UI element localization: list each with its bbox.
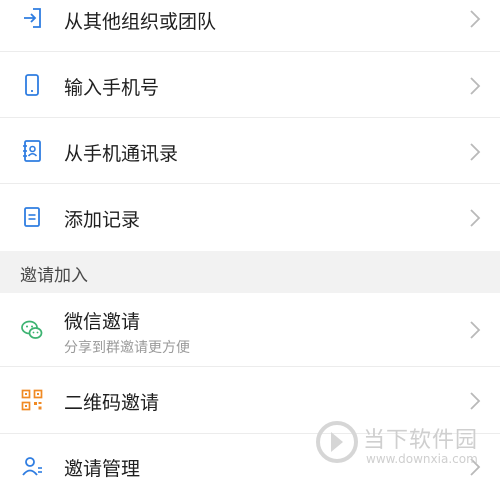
chevron-right-icon [470, 10, 481, 28]
row-from-other-org[interactable]: 从其他组织或团队 [0, 0, 500, 52]
row-label: 邀请管理 [64, 458, 141, 480]
row-from-contacts[interactable]: 从手机通讯录 [0, 118, 500, 184]
section-header-invite: 邀请加入 [0, 251, 500, 293]
login-arrow-icon [24, 8, 41, 28]
user-manage-icon [22, 457, 42, 476]
row-label: 从手机通讯录 [64, 143, 179, 165]
chevron-right-icon [470, 392, 481, 410]
row-label: 微信邀请 [64, 311, 141, 333]
row-label: 添加记录 [64, 209, 141, 231]
row-label: 二维码邀请 [64, 392, 160, 414]
qr-code-icon [21, 389, 43, 411]
row-label: 输入手机号 [64, 77, 160, 99]
row-add-record[interactable]: 添加记录 [0, 184, 500, 251]
section-title: 邀请加入 [20, 266, 88, 286]
chevron-right-icon [470, 209, 481, 227]
row-wechat-invite[interactable]: 微信邀请 分享到群邀请更方便 [0, 293, 500, 367]
row-input-phone[interactable]: 输入手机号 [0, 52, 500, 118]
document-icon [24, 207, 40, 227]
watermark-url: www.downxia.com [366, 452, 478, 466]
wechat-icon [21, 320, 43, 339]
chevron-right-icon [470, 321, 481, 339]
watermark-logo-icon [316, 421, 358, 463]
row-label: 从其他组织或团队 [64, 11, 217, 33]
chevron-right-icon [470, 77, 481, 95]
watermark-title: 当下软件园 [363, 428, 479, 453]
phone-icon [25, 74, 39, 96]
row-sublabel: 分享到群邀请更方便 [64, 340, 190, 356]
chevron-right-icon [470, 143, 481, 161]
contacts-book-icon [23, 140, 41, 162]
